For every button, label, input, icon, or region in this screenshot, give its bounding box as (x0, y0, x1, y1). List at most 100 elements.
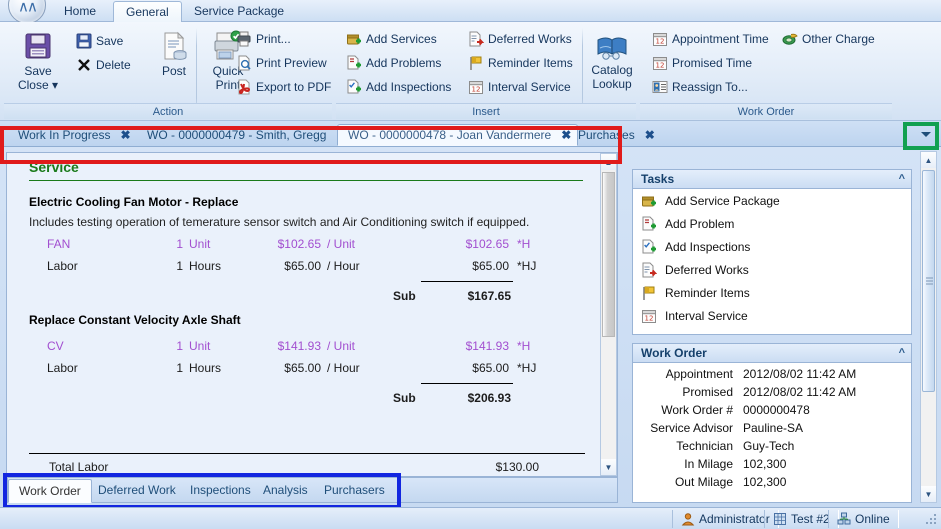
appointment-time-button[interactable]: 12 Appointment Time (650, 30, 771, 48)
service-job-2-subtotal: Sub $206.93 (29, 391, 585, 415)
service-section-title: Service (29, 159, 79, 175)
ribbon-tab-home[interactable]: Home (52, 1, 108, 22)
catalog-book-icon (597, 37, 627, 60)
application-window: ∧∧ Home General Service Package Save Clo… (0, 0, 941, 529)
document-vertical-scrollbar[interactable]: ▲ ▼ (600, 153, 617, 476)
tasks-pane-title: Tasks (641, 172, 675, 186)
total-labor-label: Total Labor (49, 460, 109, 474)
print-preview-button[interactable]: Print Preview (234, 54, 329, 72)
chevron-up-icon[interactable]: ^ (899, 170, 905, 189)
task-deferred-works[interactable]: Deferred Works (633, 258, 911, 281)
reassign-to-button[interactable]: Reassign To... (650, 78, 750, 96)
scrollbar-thumb[interactable] (922, 170, 935, 392)
post-button[interactable]: Post (146, 30, 202, 78)
scroll-up-arrow-icon[interactable]: ▲ (601, 154, 616, 170)
scrollbar-thumb[interactable] (602, 172, 615, 337)
service-job-2: Replace Constant Velocity Axle Shaft CV … (29, 313, 585, 415)
work-order-document-pane: Service Electric Cooling Fan Motor - Rep… (6, 152, 618, 477)
status-user[interactable]: Administrator (672, 510, 779, 528)
service-job-2-line-2[interactable]: Labor 1 Hours $65.00 / Hour $65.00 *HJ (29, 361, 585, 383)
bottom-tab-deferred-work[interactable]: Deferred Work (88, 480, 186, 501)
resize-grip-icon[interactable] (926, 514, 938, 526)
status-connection[interactable]: Online (828, 510, 899, 528)
bottom-tab-analysis-label: Analysis (263, 483, 308, 497)
ribbon-tab-service-package[interactable]: Service Package (182, 1, 296, 22)
service-job-1-line-1[interactable]: FAN 1 Unit $102.65 / Unit $102.65 *H (29, 237, 585, 259)
service-job-1-line-2[interactable]: Labor 1 Hours $65.00 / Hour $65.00 *HJ (29, 259, 585, 281)
service-job-2-line-1[interactable]: CV 1 Unit $141.93 / Unit $141.93 *H (29, 339, 585, 361)
status-connection-label: Online (855, 512, 890, 526)
document-tab-wo-478[interactable]: WO - 0000000478 - Joan Vandermere ✖ (337, 124, 579, 146)
task-interval-service[interactable]: 12 Interval Service (633, 304, 911, 327)
bottom-tab-deferred-work-label: Deferred Work (98, 483, 176, 497)
document-tab-wo-479[interactable]: WO - 0000000479 - Smith, Gregg ✖ (137, 124, 352, 146)
interval-service-button[interactable]: 12 Interval Service (466, 78, 573, 96)
catalog-lookup-button[interactable]: Catalog Lookup (586, 32, 638, 91)
task-add-problem[interactable]: Add Problem (633, 212, 911, 235)
work-order-field-in-milage: In Milage 102,300 (633, 457, 911, 475)
svg-text:12: 12 (472, 85, 481, 93)
field-value: 2012/08/02 11:42 AM (743, 385, 857, 399)
deferred-works-button[interactable]: Deferred Works (466, 30, 574, 48)
document-tab-purchases[interactable]: Purchases ✖ (568, 124, 661, 146)
service-job-1-subtotal: Sub $167.65 (29, 289, 585, 313)
line-item-qty: 1 (176, 237, 183, 251)
side-panel-vertical-scrollbar[interactable]: ▲ ▼ (920, 151, 937, 503)
tasks-pane-header: Tasks ^ (633, 170, 911, 189)
other-charge-button[interactable]: Other Charge (780, 30, 877, 48)
line-item-unit: Hours (189, 259, 222, 273)
add-services-icon (641, 193, 657, 209)
bottom-tab-work-order[interactable]: Work Order (8, 479, 92, 503)
reminder-items-button[interactable]: Reminder Items (466, 54, 575, 72)
line-item-price: $102.65 (277, 237, 321, 251)
export-to-pdf-button[interactable]: Export to PDF (234, 78, 333, 96)
close-x-icon[interactable]: ✖ (120, 125, 130, 146)
total-rule (29, 453, 585, 454)
scroll-up-arrow-icon[interactable]: ▲ (921, 152, 936, 168)
bottom-tab-analysis[interactable]: Analysis (253, 480, 318, 501)
delete-button[interactable]: Delete (74, 56, 133, 74)
add-problems-button[interactable]: Add Problems (344, 54, 443, 72)
add-services-button[interactable]: Add Services (344, 30, 439, 48)
promised-time-button[interactable]: 12 Promised Time (650, 54, 754, 72)
save-button[interactable]: Save (74, 32, 125, 50)
line-item-name: FAN (47, 237, 71, 251)
document-tab-overflow-button[interactable] (915, 125, 937, 144)
task-add-inspections[interactable]: Add Inspections (633, 235, 911, 258)
line-item-price: $65.00 (284, 259, 321, 273)
service-job-2-title: Replace Constant Velocity Axle Shaft (29, 313, 241, 327)
status-user-label: Administrator (699, 512, 770, 526)
add-inspections-button[interactable]: Add Inspections (344, 78, 453, 96)
line-item-qty: 1 (176, 339, 183, 353)
save-close-button[interactable]: Save Close ▾ (10, 30, 66, 92)
add-problems-button-label: Add Problems (366, 56, 442, 70)
chevron-down-icon (921, 132, 931, 137)
add-services-button-label: Add Services (366, 32, 437, 46)
field-value: 102,300 (743, 475, 787, 489)
bottom-tab-purchasers[interactable]: Purchasers (314, 480, 395, 501)
task-add-service-package[interactable]: Add Service Package (633, 189, 911, 212)
line-item-unit: Unit (189, 339, 211, 353)
field-value: Guy-Tech (743, 439, 795, 453)
ribbon: Save Close ▾ Save Delete Post Quick Prin… (0, 22, 941, 121)
post-button-label: Post (161, 64, 186, 78)
reassign-to-button-label: Reassign To... (672, 80, 748, 94)
ribbon-tab-general[interactable]: General (113, 1, 182, 23)
work-order-field-promised: Promised 2012/08/02 11:42 AM (633, 385, 911, 403)
close-x-icon[interactable]: ✖ (645, 125, 655, 146)
scroll-down-arrow-icon[interactable]: ▼ (601, 459, 616, 475)
chevron-up-icon[interactable]: ^ (899, 344, 905, 363)
bottom-tab-inspections[interactable]: Inspections (180, 480, 261, 501)
scroll-down-arrow-icon[interactable]: ▼ (921, 486, 936, 502)
line-item-extended: $102.65 (465, 237, 509, 251)
deferred-works-icon (641, 262, 658, 278)
application-orb-button[interactable]: ∧∧ (8, 0, 46, 24)
deferred-works-icon (468, 31, 485, 47)
task-reminder-items-label: Reminder Items (665, 285, 750, 300)
ribbon-group-insert: Add Services Add Problems Add Inspection… (336, 24, 636, 119)
task-reminder-items[interactable]: Reminder Items (633, 281, 911, 304)
field-label: Out Milage (674, 475, 733, 489)
print-button[interactable]: Print... (234, 30, 293, 48)
document-tab-work-in-progress[interactable]: Work In Progress ✖ (8, 124, 137, 146)
line-item-price: $65.00 (284, 361, 321, 375)
